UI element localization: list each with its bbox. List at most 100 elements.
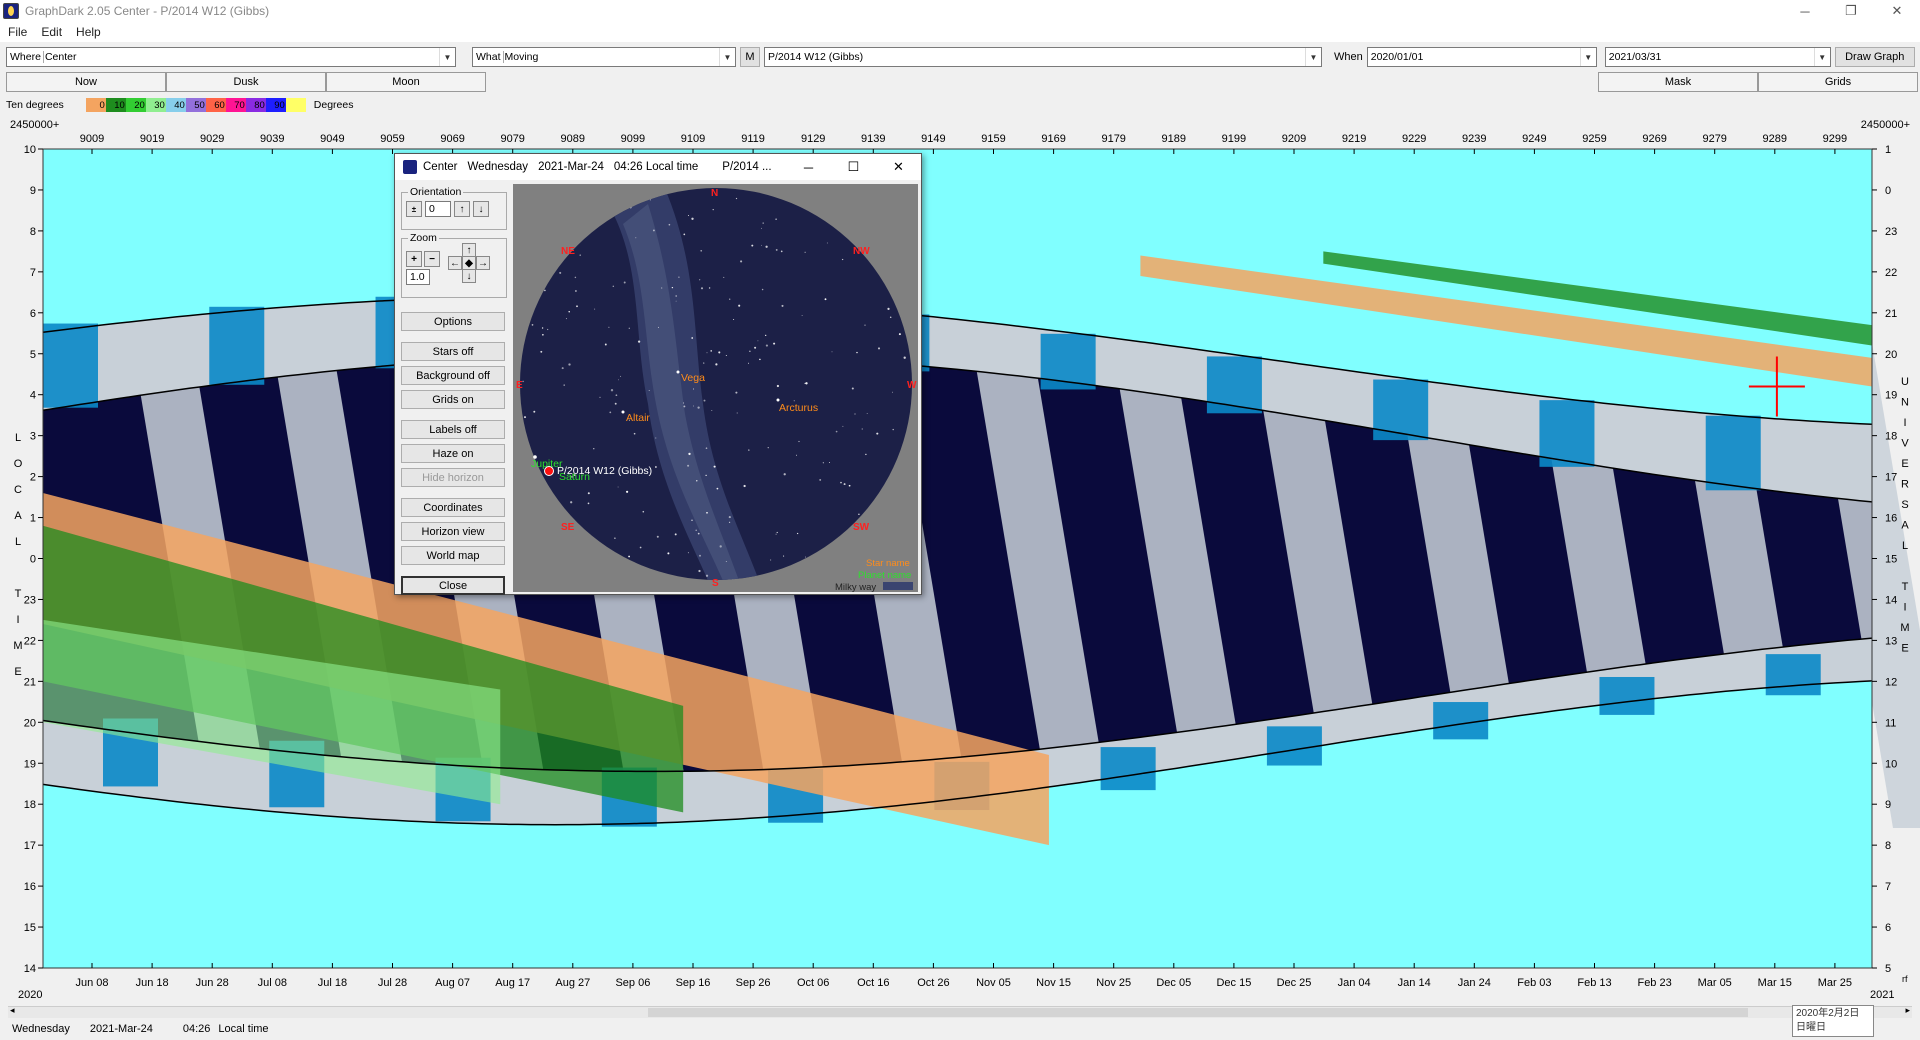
- stars-off-button[interactable]: Stars off: [401, 342, 505, 361]
- background-star: [822, 462, 824, 464]
- chevron-down-icon[interactable]: ▼: [439, 48, 455, 66]
- left-axis-title-letter: M: [13, 640, 22, 652]
- background-star: [683, 405, 686, 408]
- options-button[interactable]: Options: [401, 312, 505, 331]
- background-star: [574, 276, 577, 279]
- chevron-down-icon[interactable]: ▼: [719, 48, 735, 66]
- arrow-up-icon[interactable]: ↑: [454, 201, 470, 217]
- left-axis-title-letter: C: [14, 484, 22, 496]
- background-star: [749, 350, 751, 352]
- close-button[interactable]: ✕: [1874, 0, 1920, 22]
- grids-on-button[interactable]: Grids on: [401, 390, 505, 409]
- pan-right-icon[interactable]: →: [476, 256, 490, 270]
- popup-maximize-button[interactable]: ☐: [831, 154, 876, 180]
- object-combo[interactable]: P/2014 W12 (Gibbs) ▼: [764, 47, 1322, 67]
- background-star: [609, 561, 612, 563]
- background-star: [541, 327, 544, 329]
- draw-graph-button[interactable]: Draw Graph: [1834, 47, 1915, 67]
- popup-close-dialog-button[interactable]: Close: [401, 576, 505, 595]
- tab-dusk[interactable]: Dusk: [166, 72, 326, 92]
- background-star: [553, 245, 556, 247]
- where-combo[interactable]: Where Center ▼: [6, 47, 456, 67]
- popup-minimize-button[interactable]: ─: [786, 154, 831, 180]
- jd-tick-label: 9189: [1162, 133, 1186, 145]
- tab-mask[interactable]: Mask: [1598, 72, 1758, 92]
- background-star: [610, 389, 614, 392]
- moon-block: [1373, 379, 1429, 441]
- menu-edit[interactable]: Edit: [41, 25, 62, 39]
- horizon-view-button[interactable]: Horizon view: [401, 522, 505, 541]
- year-right: 2021: [1870, 989, 1894, 1001]
- zoom-input[interactable]: 1.0: [406, 269, 430, 285]
- left-tick-label: 8: [30, 226, 36, 238]
- background-star: [827, 197, 829, 200]
- menu-help[interactable]: Help: [76, 25, 101, 39]
- background-star: [552, 536, 554, 538]
- legend-unit: Degrees: [313, 99, 354, 111]
- jd-tick-label: 9169: [1041, 133, 1065, 145]
- background-star: [696, 480, 698, 482]
- object-value: P/2014 W12 (Gibbs): [768, 51, 864, 63]
- pan-center-icon[interactable]: ◆: [462, 256, 476, 270]
- what-combo[interactable]: What Moving ▼: [472, 47, 736, 67]
- pan-up-icon[interactable]: ↑: [462, 243, 476, 257]
- orientation-input[interactable]: 0: [425, 201, 451, 217]
- popup-close-button[interactable]: ✕: [876, 154, 921, 180]
- chevron-down-icon[interactable]: ▼: [1813, 48, 1830, 66]
- orientation-spin-icon[interactable]: ±: [406, 201, 422, 217]
- scroll-right-icon[interactable]: ▸: [1905, 1005, 1910, 1016]
- labels-off-button[interactable]: Labels off: [401, 420, 505, 439]
- background-star: [533, 410, 536, 413]
- when-end-combo[interactable]: 2021/03/31 ▼: [1604, 47, 1831, 67]
- vega-label: Vega: [681, 372, 705, 384]
- coordinates-button[interactable]: Coordinates: [401, 498, 505, 517]
- background-star: [615, 394, 618, 397]
- menu-file[interactable]: File: [8, 25, 27, 39]
- when-start-combo[interactable]: 2020/01/01 ▼: [1366, 47, 1597, 67]
- background-star: [775, 533, 777, 535]
- background-star: [589, 207, 592, 210]
- background-star: [780, 189, 782, 191]
- jd-tick-label: 9099: [621, 133, 645, 145]
- world-map-button[interactable]: World map: [401, 546, 505, 565]
- background-star: [700, 250, 702, 252]
- status-day: Wednesday: [12, 1023, 70, 1035]
- background-star: [841, 258, 844, 261]
- tab-moon[interactable]: Moon: [326, 72, 486, 92]
- zoom-out-icon[interactable]: −: [424, 251, 440, 267]
- arcturus-label: Arcturus: [779, 402, 818, 414]
- scrollbar-thumb[interactable]: [648, 1008, 1748, 1017]
- jd-tick-label: 9239: [1462, 133, 1486, 145]
- background-star: [629, 206, 632, 209]
- arrow-down-icon[interactable]: ↓: [473, 201, 489, 217]
- compass-e: E: [516, 380, 523, 391]
- haze-on-button[interactable]: Haze on: [401, 444, 505, 463]
- altitude-legend: Ten degrees 0 10 20 30 40 50 60 70 80 90 Degrees: [6, 97, 354, 113]
- background-star: [594, 308, 596, 310]
- compass-s: S: [712, 578, 719, 589]
- left-axis-title-letter: E: [14, 666, 21, 678]
- date-tick-label: Dec 05: [1156, 977, 1191, 989]
- m-button[interactable]: M: [740, 47, 760, 67]
- tab-now[interactable]: Now: [6, 72, 166, 92]
- chevron-down-icon[interactable]: ▼: [1579, 48, 1596, 66]
- tab-grids[interactable]: Grids: [1758, 72, 1918, 92]
- background-star: [655, 466, 657, 468]
- pan-down-icon[interactable]: ↓: [462, 269, 476, 283]
- zoom-in-icon[interactable]: +: [406, 251, 422, 267]
- minimize-button[interactable]: ─: [1782, 0, 1828, 22]
- background-star: [706, 352, 708, 354]
- background-star: [527, 285, 529, 287]
- background-star: [674, 533, 677, 536]
- maximize-button[interactable]: ❐: [1828, 0, 1874, 22]
- pan-left-icon[interactable]: ←: [448, 256, 462, 270]
- background-off-button[interactable]: Background off: [401, 366, 505, 385]
- sky-map[interactable]: N NE NW E W SE SW S Vega Altair Arcturus…: [513, 184, 918, 593]
- background-star: [699, 279, 701, 281]
- horizontal-scrollbar[interactable]: ◂ ▸: [8, 1005, 1912, 1018]
- zoom-label: Zoom: [408, 232, 439, 244]
- background-star: [793, 194, 795, 196]
- chevron-down-icon[interactable]: ▼: [1305, 48, 1321, 66]
- scroll-left-icon[interactable]: ◂: [10, 1005, 15, 1016]
- jd-prefix-left: 2450000+: [10, 119, 59, 131]
